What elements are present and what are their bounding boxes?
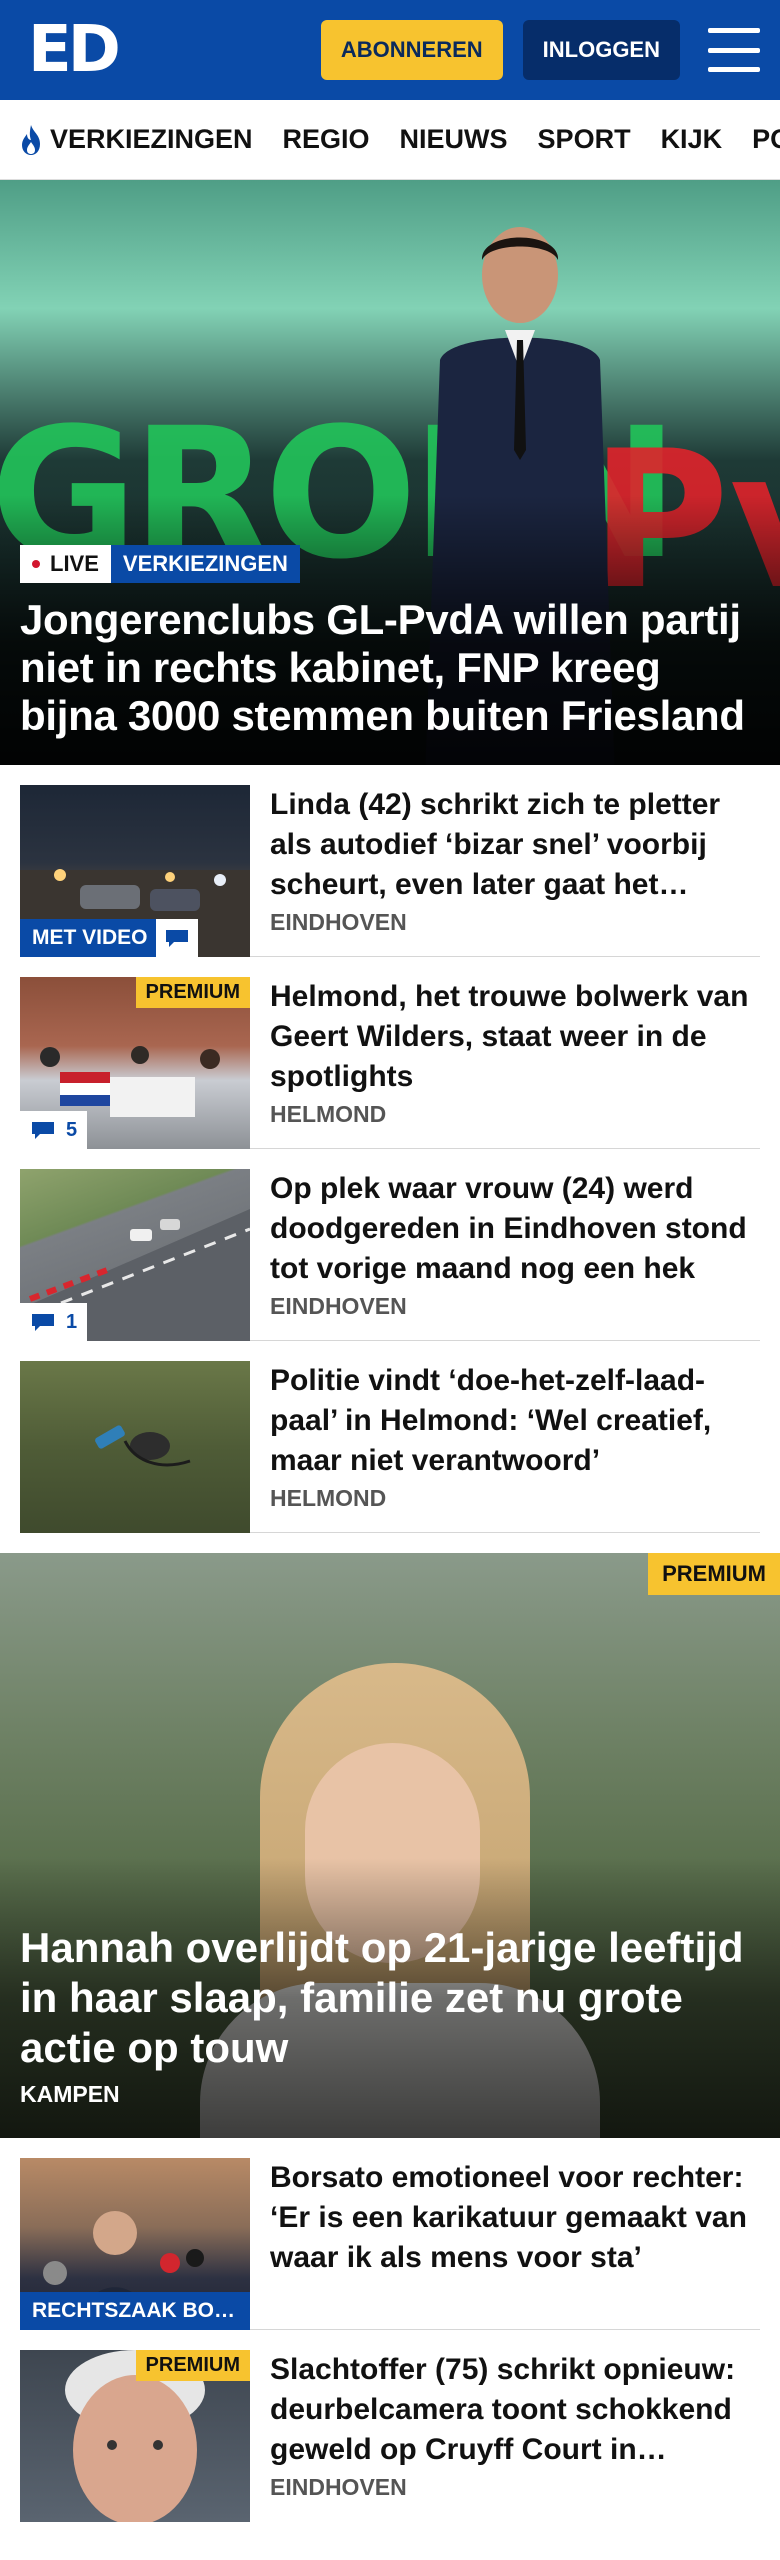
list-item[interactable]: PREMIUM Slachtoffer (75) schrikt opnieuw… [20,2330,760,2522]
comment-bubble-icon [32,1122,54,1139]
comment-count[interactable]: 1 [20,1303,88,1341]
article-title[interactable]: Linda (42) schrikt zich te pletter als a… [270,785,760,905]
comment-indicator[interactable] [156,919,198,957]
login-button[interactable]: INLOGGEN [522,20,680,80]
hero-article[interactable]: GROEN PvdA LIVE VERKIEZINGEN Jongerenclu… [0,180,780,765]
list-item[interactable]: MET VIDEO Linda (42) schrikt zich te ple… [20,765,760,957]
video-badge: MET VIDEO [20,919,160,957]
live-dot-icon [32,560,40,568]
thumbnail-scene-grass-charger [95,1425,191,1467]
list-item[interactable]: 1 Op plek waar vrouw (24) werd doodgered… [20,1149,760,1341]
article-title[interactable]: Helmond, het trouwe bolwerk van Geert Wi… [270,977,760,1097]
article-thumbnail[interactable]: RECHTSZAAK BO… [20,2158,250,2330]
topic-badge[interactable]: VERKIEZINGEN [110,545,300,583]
article-title[interactable]: Slachtoffer (75) schrikt opnieuw: deurbe… [270,2350,760,2470]
topic-badge[interactable]: RECHTSZAAK BO… [20,2292,250,2330]
comment-bubble-icon [32,1314,54,1331]
article-thumbnail[interactable]: MET VIDEO [20,785,250,957]
nav-item-kijk[interactable]: KIJK [661,124,723,155]
article-thumbnail[interactable]: 1 [20,1169,250,1341]
nav-item-nieuws[interactable]: NIEUWS [400,124,508,155]
nav-item-podcasts[interactable]: PODCASTS [752,124,780,155]
article-list: MET VIDEO Linda (42) schrikt zich te ple… [0,765,780,1533]
site-logo[interactable]: ED [28,18,121,82]
premium-badge: PREMIUM [135,977,250,1008]
comment-bubble-icon [166,930,188,947]
article-location: HELMOND [270,1485,387,1511]
list-item[interactable]: PREMIUM 5 Helmond, het trouwe bolwerk va… [20,957,760,1149]
article-title[interactable]: Op plek waar vrouw (24) werd doodgereden… [270,1169,760,1289]
feature-location: KAMPEN [20,2081,120,2107]
section-nav: VERKIEZINGEN REGIO NIEUWS SPORT KIJK POD… [0,100,780,180]
nav-item-sport[interactable]: SPORT [538,124,631,155]
article-location: EINDHOVEN [270,2474,407,2500]
article-location: EINDHOVEN [270,1293,407,1319]
article-location: HELMOND [270,1101,387,1127]
article-title[interactable]: Borsato emotioneel voor rechter: ‘Er is … [270,2158,760,2278]
hamburger-menu-icon[interactable] [708,28,760,72]
article-list-2: RECHTSZAAK BO… Borsato emotioneel voor r… [0,2138,780,2522]
list-item[interactable]: Politie vindt ‘doe-het-zelf-laad-paal’ i… [20,1341,760,1533]
article-thumbnail[interactable]: PREMIUM [20,2350,250,2522]
site-header: ED ABONNEREN INLOGGEN [0,0,780,100]
article-title[interactable]: Politie vindt ‘doe-het-zelf-laad-paal’ i… [270,1361,760,1481]
nav-item-regio[interactable]: REGIO [283,124,370,155]
comment-count[interactable]: 5 [20,1111,88,1149]
article-location: EINDHOVEN [270,909,407,935]
subscribe-button[interactable]: ABONNEREN [320,20,503,80]
nav-item-verkiezingen[interactable]: VERKIEZINGEN [18,124,253,156]
feature-article[interactable]: PREMIUM Hannah overlijdt op 21-jarige le… [0,1553,780,2138]
hero-tags: LIVE VERKIEZINGEN [20,545,300,583]
flame-icon [22,124,40,155]
premium-badge: PREMIUM [648,1553,780,1595]
nav-label: VERKIEZINGEN [50,124,253,154]
list-item[interactable]: RECHTSZAAK BO… Borsato emotioneel voor r… [20,2138,760,2330]
article-thumbnail[interactable] [20,1361,250,1533]
article-thumbnail[interactable]: PREMIUM 5 [20,977,250,1149]
feature-title[interactable]: Hannah overlijdt op 21-jarige leeftijd i… [20,1923,760,2073]
premium-badge: PREMIUM [135,2350,250,2381]
hero-title[interactable]: Jongerenclubs GL-PvdA willen partij niet… [20,596,760,740]
live-badge: LIVE [20,545,111,583]
